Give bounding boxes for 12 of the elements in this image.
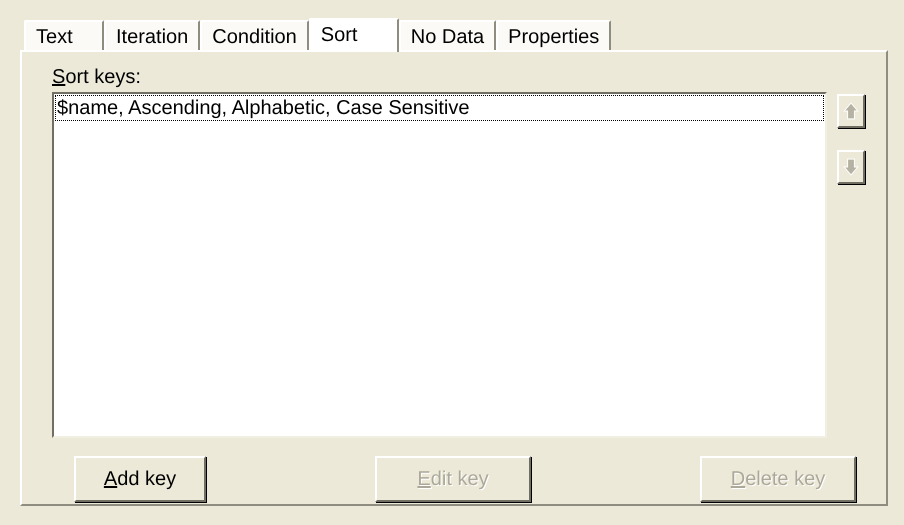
tab[interactable]: Sort	[308, 18, 399, 52]
button[interactable]: Add key	[74, 456, 206, 502]
up-arrow-icon	[843, 102, 859, 120]
tab[interactable]: Text	[24, 20, 104, 50]
down-arrow-icon	[843, 158, 859, 176]
list-item[interactable]: $name, Ascending, Alphabetic, Case Sensitive	[55, 95, 824, 121]
sort-keys-list[interactable]: $name, Ascending, Alphabetic, Case Sensitive	[52, 92, 827, 438]
sort-keys-label: Sort keys:	[52, 65, 142, 90]
tab[interactable]: Iteration	[104, 20, 200, 50]
tab[interactable]: No Data	[398, 20, 496, 50]
tab[interactable]: Condition	[200, 20, 309, 50]
tab[interactable]: Properties	[496, 20, 612, 50]
